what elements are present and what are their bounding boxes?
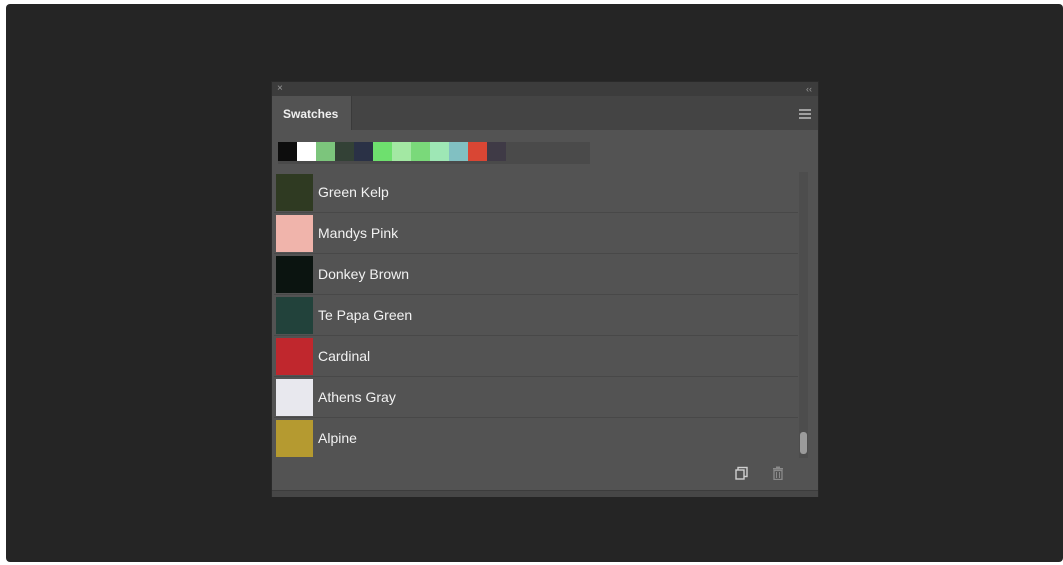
swatch-row[interactable]: Donkey Brown [274,254,798,295]
swatch-row[interactable]: Cardinal [274,336,798,377]
recent-swatch-chip[interactable] [316,142,335,161]
swatch-row[interactable]: Green Kelp [274,172,798,213]
swatch-row[interactable]: Te Papa Green [274,295,798,336]
recent-swatch-chip[interactable] [373,142,392,161]
swatch-label: Mandys Pink [318,225,399,241]
swatch-row[interactable]: Athens Gray [274,377,798,418]
swatch-color-chip [276,174,313,211]
recent-swatch-chip[interactable] [487,142,506,161]
swatch-color-chip [276,379,313,416]
swatch-list: Green Kelp Mandys Pink Donkey Brown Te Papa… [274,172,798,458]
scrollbar-thumb[interactable] [800,432,807,454]
hamburger-menu-icon[interactable] [799,109,811,119]
recent-swatch-chip[interactable] [411,142,430,161]
recent-swatches-strip [278,142,590,164]
new-swatch-icon[interactable] [735,466,749,480]
tab-swatches[interactable]: Swatches [272,96,352,130]
swatch-label: Alpine [318,430,357,446]
panel-tab-row: Swatches [272,96,818,130]
scrollbar[interactable] [799,172,808,458]
recent-swatch-chip[interactable] [449,142,468,161]
recent-swatch-chip[interactable] [278,142,297,161]
recent-swatch-chip[interactable] [468,142,487,161]
close-icon[interactable]: × [277,82,283,96]
recent-swatch-chip[interactable] [335,142,354,161]
swatch-color-chip [276,420,313,457]
swatch-label: Cardinal [318,348,371,364]
workspace-background: × ‹‹ Swatches Green Kelp Mandys Pink Donke… [6,4,1063,562]
swatch-color-chip [276,338,313,375]
swatch-label: Green Kelp [318,184,389,200]
swatch-row[interactable]: Alpine [274,418,798,458]
recent-swatch-chip[interactable] [392,142,411,161]
recent-swatch-chip[interactable] [430,142,449,161]
recent-swatch-chip[interactable] [354,142,373,161]
collapse-icon[interactable]: ‹‹ [806,82,812,96]
swatch-label: Athens Gray [318,389,396,405]
swatches-panel: × ‹‹ Swatches Green Kelp Mandys Pink Donke… [271,81,819,497]
trash-icon[interactable] [771,466,785,480]
panel-titlebar: × ‹‹ [272,82,818,96]
swatch-color-chip [276,215,313,252]
panel-footer [272,490,818,497]
panel-bottom-bar [272,458,818,490]
swatch-color-chip [276,297,313,334]
swatch-color-chip [276,256,313,293]
recent-swatch-chip[interactable] [297,142,316,161]
swatch-label: Te Papa Green [318,307,413,323]
swatch-label: Donkey Brown [318,266,410,282]
swatch-row[interactable]: Mandys Pink [274,213,798,254]
